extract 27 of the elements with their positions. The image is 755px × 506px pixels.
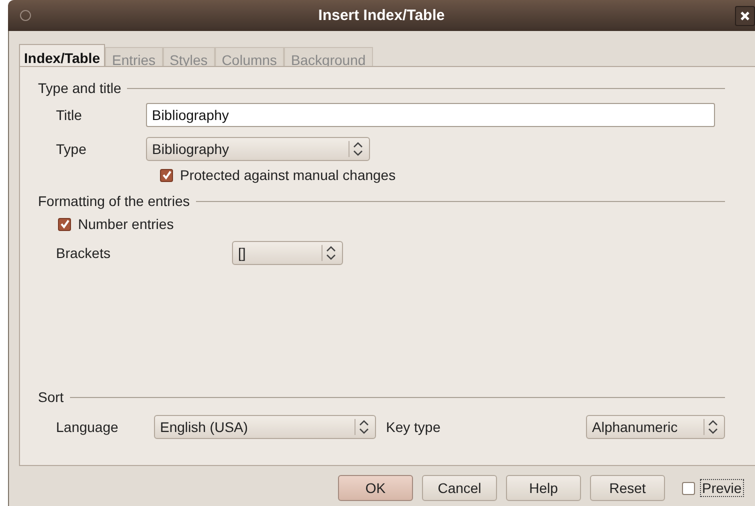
dialog-button[interactable]: Cancel (422, 475, 497, 501)
dialog-button[interactable]: Help (506, 475, 581, 501)
field-label: Language (55, 419, 120, 435)
close-icon (740, 10, 750, 20)
window-title: Insert Index/Table (318, 7, 445, 24)
section-heading: Formatting of the entries (38, 193, 190, 209)
type-dropdown[interactable]: Bibliography (146, 137, 370, 161)
section-heading: Sort (38, 389, 64, 405)
title-input-field[interactable]: Bibliography (146, 103, 715, 127)
brackets-dropdown[interactable]: [] (232, 241, 343, 265)
field-label: Brackets (55, 245, 112, 261)
field-label: Key type (385, 419, 440, 435)
checkbox-label: Protected against manual changes (180, 167, 396, 183)
checkbox[interactable] (682, 482, 695, 494)
close-button[interactable] (735, 6, 755, 26)
checkbox-label: Previe (700, 479, 744, 497)
checkbox[interactable] (58, 218, 71, 230)
language-dropdown[interactable]: English (USA) (154, 415, 376, 439)
checkbox[interactable] (160, 168, 173, 182)
dialog-button[interactable]: OK (338, 475, 413, 501)
field-label: Title (55, 107, 83, 123)
checkbox-label: Number entries (78, 216, 174, 232)
dialog-button[interactable]: Reset (590, 475, 665, 501)
field-label: Type (55, 141, 88, 157)
window-menu-icon[interactable] (20, 10, 31, 21)
section-heading: Type and title (38, 80, 122, 96)
key-type-dropdown[interactable]: Alphanumeric (586, 415, 725, 439)
